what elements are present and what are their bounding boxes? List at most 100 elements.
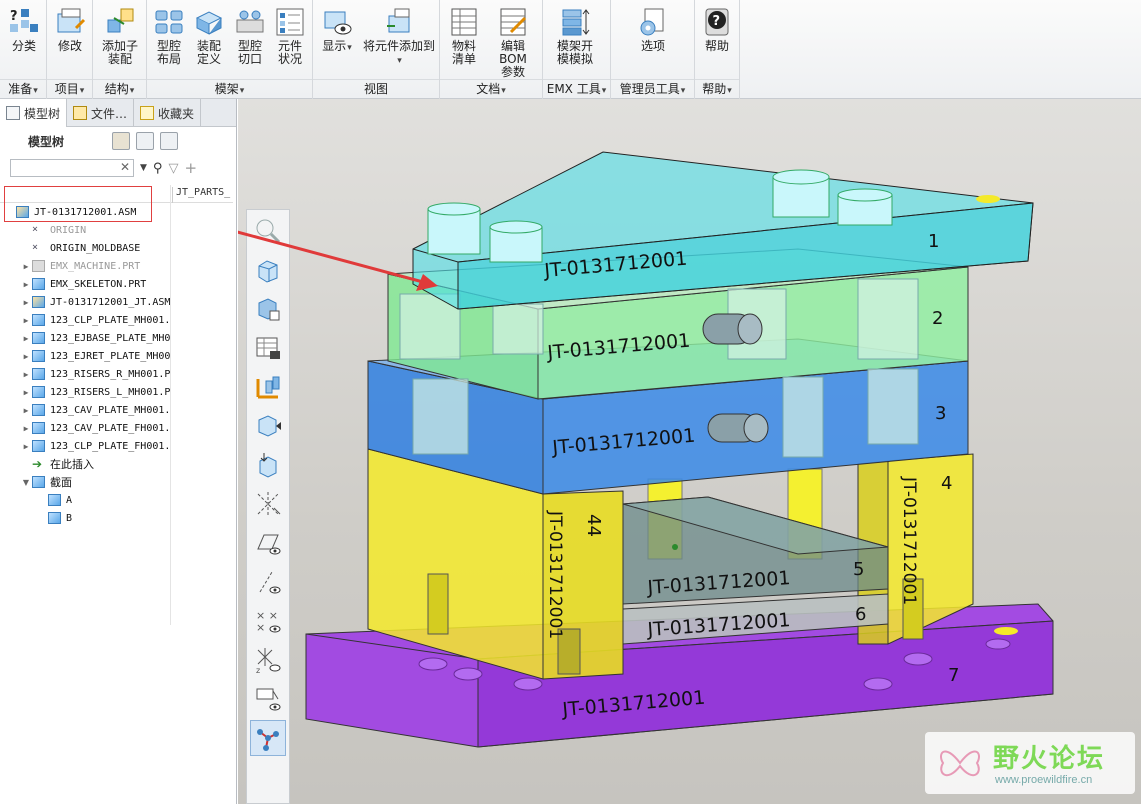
tab-favorites[interactable]: 收藏夹 — [134, 99, 202, 127]
expand-arrow-icon[interactable]: ▶ — [20, 424, 32, 433]
part-icon — [32, 368, 45, 380]
tree-item-label: 123_RISERS_L_MH001.P — [50, 386, 171, 398]
add-icon[interactable]: + — [184, 159, 197, 177]
ribbon-group-emx-tools: 模架开 模模拟 EMX 工具 — [543, 0, 611, 99]
tree-settings-icon[interactable] — [112, 132, 130, 150]
add-component-to-button[interactable]: 将元件添加到 — [361, 2, 437, 76]
display-button[interactable]: 显示 — [315, 2, 359, 76]
tree-icon — [6, 106, 20, 120]
display-icon — [321, 6, 353, 38]
ribbon-group-footer-project[interactable]: 项目 — [47, 79, 92, 99]
number-plate-5: 5 — [853, 559, 864, 580]
tree-item[interactable]: ▶ 123_CAV_PLATE_MH001. — [0, 401, 172, 419]
tree-item[interactable]: ▶ 123_EJRET_PLATE_MH00 — [0, 347, 172, 365]
ribbon-group-footer-moldbase[interactable]: 模架 — [147, 79, 312, 99]
tree-item[interactable]: ⨯ ORIGIN — [0, 221, 172, 239]
tree-item[interactable]: ▼ 截面 — [0, 473, 172, 491]
tab-files[interactable]: 文件… — [67, 99, 135, 127]
part-icon — [32, 404, 45, 416]
folder-icon — [73, 106, 88, 120]
model-tree-toolbar: 模型树 — [0, 127, 236, 155]
label-plate-4: JT-0131712001 — [899, 476, 919, 605]
number-plate-1: 1 — [928, 231, 939, 252]
cavity-layout-button[interactable]: 型腔 布局 — [147, 2, 191, 76]
cavity-cut-button[interactable]: 型腔 切口 — [228, 2, 272, 76]
tree-item[interactable]: A — [0, 491, 172, 509]
help-icon: ? — [701, 6, 733, 38]
number-plate-2: 2 — [932, 308, 943, 329]
tree-item[interactable]: ➔ 在此插入 — [0, 455, 172, 473]
tree-item[interactable]: ▶ 123_EJBASE_PLATE_MH0 — [0, 329, 172, 347]
mold-open-sim-button[interactable]: 模架开 模模拟 — [553, 2, 597, 76]
tree-item[interactable]: ▶ 123_CLP_PLATE_MH001. — [0, 311, 172, 329]
ribbon-group-footer-document[interactable]: 文档 — [440, 79, 542, 99]
tree-item[interactable]: ▶ JT-0131712001_JT.ASM — [0, 293, 172, 311]
ribbon-group-document: 物料 清单 编辑 BOM 参数 文档 — [440, 0, 543, 99]
search-input[interactable]: ✕ — [10, 159, 134, 177]
part-icon — [48, 512, 61, 524]
question-category-icon: ? — [8, 6, 40, 38]
tree-item-label: 123_CAV_PLATE_MH001. — [50, 404, 171, 416]
tree-item[interactable]: B — [0, 509, 172, 527]
expand-arrow-icon[interactable]: ▶ — [20, 316, 32, 325]
search-dropdown-icon[interactable]: ▼ — [140, 163, 147, 173]
ribbon-group-footer-prepare[interactable]: 准备 — [0, 79, 46, 99]
search-row: ✕ ▼ ⚲ ▽ + — [0, 155, 236, 181]
ribbon-group-footer-emx-tools[interactable]: EMX 工具 — [543, 79, 610, 99]
csys-icon: ⨯ — [32, 242, 39, 253]
tree-item-label: ORIGIN — [50, 224, 87, 236]
expand-arrow-icon[interactable]: ▶ — [20, 388, 32, 397]
component-status-button[interactable]: 元件 状况 — [268, 2, 312, 76]
tree-item[interactable]: ▶ 123_RISERS_L_MH001.P — [0, 383, 172, 401]
add-subassembly-icon — [104, 6, 136, 38]
classify-button[interactable]: ? 分类 — [2, 2, 46, 76]
tree-item-label: 123_EJBASE_PLATE_MH0 — [50, 332, 171, 344]
help-button[interactable]: ? 帮助 — [695, 2, 739, 76]
mold-model: JT-0131712001 JT-0131712001 JT-013171200… — [238, 151, 1054, 748]
tree-item[interactable]: ▶ 123_RISERS_R_MH001.P — [0, 365, 172, 383]
ribbon: ? 分类 准备 修改 项目 添加子 装配 结构 — [0, 0, 1141, 99]
expand-arrow-icon[interactable]: ▶ — [20, 406, 32, 415]
graphics-window[interactable]: × × × z JT-0131712001 JT-0131712001 JT-0… — [238, 99, 1141, 804]
binoculars-icon[interactable]: ⚲ — [153, 161, 163, 176]
column-jt-parts[interactable]: JT_PARTS_ — [172, 187, 230, 203]
expand-arrow-icon[interactable]: ▶ — [20, 334, 32, 343]
tree-item[interactable]: ▶ EMX_MACHINE.PRT — [0, 257, 172, 275]
expand-arrow-icon[interactable]: ▶ — [20, 370, 32, 379]
tree-columns-icon[interactable] — [136, 132, 154, 150]
bom-list-button[interactable]: 物料 清单 — [442, 2, 486, 76]
ribbon-group-footer-help[interactable]: 帮助 — [695, 79, 739, 99]
number-plate-4: 4 — [941, 473, 952, 494]
tree-item[interactable]: ▶ 123_CLP_PLATE_FH001. — [0, 437, 172, 455]
tree-filter-settings-icon[interactable] — [160, 132, 178, 150]
assembly-define-icon — [193, 6, 225, 38]
tree-item[interactable]: ⨯ ORIGIN_MOLDBASE — [0, 239, 172, 257]
ribbon-group-prepare: ? 分类 准备 — [0, 0, 47, 99]
expand-arrow-icon[interactable]: ▶ — [20, 352, 32, 361]
ribbon-group-admin-tools: 选项 管理员工具 — [611, 0, 695, 99]
tree-item[interactable]: ▶ EMX_SKELETON.PRT — [0, 275, 172, 293]
ribbon-group-footer-admin-tools[interactable]: 管理员工具 — [611, 79, 694, 99]
expand-arrow-icon[interactable]: ▶ — [20, 280, 32, 289]
plate-1-marker — [976, 195, 1000, 203]
tree-item-label: EMX_MACHINE.PRT — [50, 260, 141, 272]
expand-arrow-icon[interactable]: ▶ — [20, 262, 32, 271]
expand-arrow-icon[interactable]: ▼ — [20, 478, 32, 487]
clear-search-icon[interactable]: ✕ — [120, 160, 130, 174]
part-icon — [32, 350, 45, 362]
ribbon-group-view: 显示 将元件添加到 视图 — [313, 0, 440, 99]
edit-bom-params-button[interactable]: 编辑 BOM 参数 — [486, 2, 540, 79]
ribbon-group-footer-structure[interactable]: 结构 — [93, 79, 146, 99]
expand-arrow-icon[interactable]: ▶ — [20, 298, 32, 307]
tab-model-tree[interactable]: 模型树 — [0, 99, 68, 127]
tree-item-label: 在此插入 — [50, 458, 94, 471]
modify-button[interactable]: 修改 — [48, 2, 92, 76]
options-button[interactable]: 选项 — [631, 2, 675, 76]
add-subassembly-button[interactable]: 添加子 装配 — [98, 2, 142, 76]
tree-item-label: EMX_SKELETON.PRT — [50, 278, 147, 290]
assembly-define-button[interactable]: 装配 定义 — [187, 2, 231, 76]
expand-arrow-icon[interactable]: ▶ — [20, 442, 32, 451]
filter-icon[interactable]: ▽ — [168, 161, 178, 176]
tree-item-label: 123_CLP_PLATE_FH001. — [50, 440, 171, 452]
tree-item[interactable]: ▶ 123_CAV_PLATE_FH001. — [0, 419, 172, 437]
